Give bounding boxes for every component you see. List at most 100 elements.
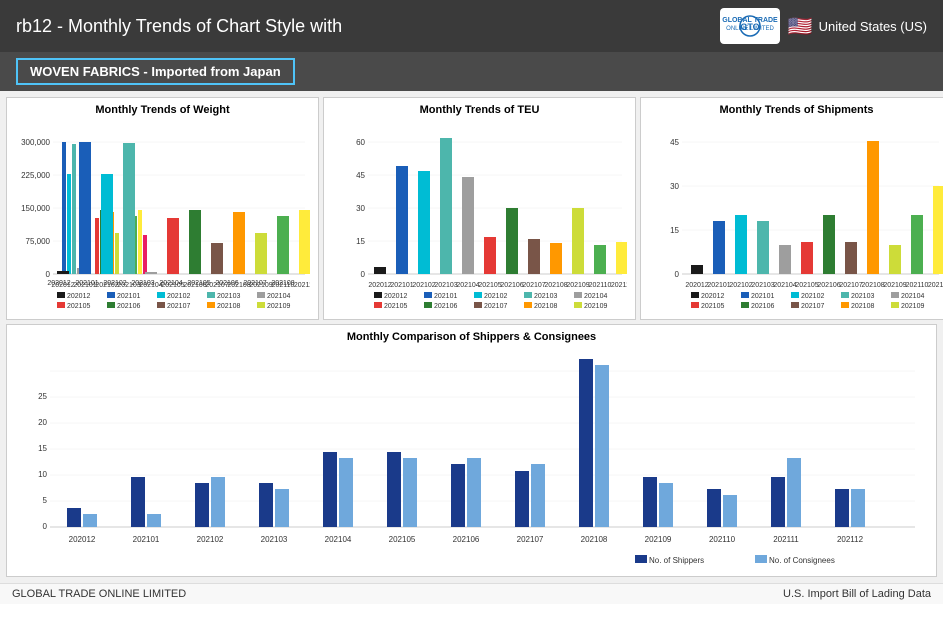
teu-svg: 60 45 30 15 0 (332, 120, 627, 310)
comparison-chart-title: Monthly Comparison of Shippers & Consign… (15, 331, 928, 343)
svg-text:202108: 202108 (227, 282, 250, 289)
footer: GLOBAL TRADE ONLINE LIMITED U.S. Import … (0, 583, 943, 604)
svg-text:202110: 202110 (906, 282, 929, 289)
svg-text:202107: 202107 (801, 303, 824, 310)
svg-text:202110: 202110 (272, 282, 295, 289)
svg-text:202102: 202102 (801, 293, 824, 300)
page-title: rb12 - Monthly Trends of Chart Style wit… (16, 16, 342, 37)
svg-text:202111: 202111 (294, 282, 310, 289)
shipments-chart: Monthly Trends of Shipments 45 30 15 0 (640, 97, 943, 320)
comparison-chart-inner: 0 5 10 15 20 25 (15, 347, 928, 572)
svg-text:202106: 202106 (434, 303, 457, 310)
svg-text:202111: 202111 (928, 282, 943, 289)
svg-text:202101: 202101 (117, 293, 140, 300)
svg-text:202102: 202102 (197, 535, 224, 544)
svg-text:202102: 202102 (95, 282, 118, 289)
svg-text:202104: 202104 (773, 282, 796, 289)
svg-text:No. of Consignees: No. of Consignees (769, 556, 835, 565)
svg-text:202109: 202109 (566, 282, 589, 289)
svg-text:202107: 202107 (517, 535, 544, 544)
svg-text:No. of Shippers: No. of Shippers (649, 556, 704, 565)
svg-text:0: 0 (46, 270, 51, 279)
svg-text:202101: 202101 (751, 293, 774, 300)
filter-bar: WOVEN FABRICS - Imported from Japan (0, 52, 943, 91)
svg-text:202105: 202105 (701, 303, 724, 310)
svg-text:202012: 202012 (384, 293, 407, 300)
svg-text:15: 15 (670, 226, 679, 235)
svg-text:15: 15 (356, 237, 365, 246)
svg-text:202106: 202106 (117, 303, 140, 310)
svg-text:202012: 202012 (69, 535, 96, 544)
svg-text:202012: 202012 (685, 282, 708, 289)
svg-text:202012: 202012 (51, 282, 74, 289)
filter-label: WOVEN FABRICS - Imported from Japan (16, 58, 295, 85)
svg-text:30: 30 (670, 182, 679, 191)
svg-text:150,000: 150,000 (21, 204, 50, 213)
svg-text:202102: 202102 (729, 282, 752, 289)
svg-text:202101: 202101 (707, 282, 730, 289)
svg-text:202101: 202101 (390, 282, 413, 289)
teu-chart-inner: 60 45 30 15 0 (332, 120, 627, 315)
footer-right: U.S. Import Bill of Lading Data (783, 588, 931, 600)
svg-text:202111: 202111 (611, 282, 627, 289)
country-name: United States (US) (819, 19, 927, 34)
country-info: 🇺🇸 United States (US) (788, 14, 927, 39)
svg-text:202106: 202106 (453, 535, 480, 544)
svg-text:202108: 202108 (851, 303, 874, 310)
weight-chart-title: Monthly Trends of Weight (15, 104, 310, 116)
svg-text:GTO: GTO (740, 22, 759, 32)
svg-text:202104: 202104 (901, 293, 924, 300)
svg-text:202109: 202109 (249, 282, 272, 289)
svg-text:202105: 202105 (161, 282, 184, 289)
svg-text:225,000: 225,000 (21, 171, 50, 180)
weight-svg: 300,000 225,000 150,000 75,000 0 (15, 120, 310, 310)
logo-area: GLOBAL TRADE ONLINE LIMITED GTO 🇺🇸 Unite… (720, 8, 927, 44)
charts-container: Monthly Trends of Weight 300,000 225,000… (0, 91, 943, 583)
teu-chart-title: Monthly Trends of TEU (332, 104, 627, 116)
svg-text:30: 30 (356, 204, 365, 213)
svg-text:45: 45 (670, 138, 679, 147)
svg-text:20: 20 (38, 418, 47, 427)
svg-text:15: 15 (38, 444, 47, 453)
svg-text:202103: 202103 (261, 535, 288, 544)
svg-text:202101: 202101 (133, 535, 160, 544)
svg-text:0: 0 (361, 270, 366, 279)
svg-text:202102: 202102 (484, 293, 507, 300)
svg-text:202110: 202110 (709, 535, 736, 544)
weight-chart-inner: 300,000 225,000 150,000 75,000 0 (15, 120, 310, 315)
svg-text:202101: 202101 (73, 282, 96, 289)
company-logo: GLOBAL TRADE ONLINE LIMITED GTO (720, 8, 780, 44)
header: rb12 - Monthly Trends of Chart Style wit… (0, 0, 943, 52)
svg-text:202105: 202105 (389, 535, 416, 544)
svg-text:202102: 202102 (412, 282, 435, 289)
svg-text:202103: 202103 (751, 282, 774, 289)
svg-text:202106: 202106 (751, 303, 774, 310)
svg-text:202103: 202103 (851, 293, 874, 300)
svg-text:202105: 202105 (67, 303, 90, 310)
weight-chart: Monthly Trends of Weight 300,000 225,000… (6, 97, 319, 320)
comparison-svg: 0 5 10 15 20 25 (15, 347, 925, 567)
top-charts-row: Monthly Trends of Weight 300,000 225,000… (6, 97, 937, 320)
svg-text:202103: 202103 (434, 282, 457, 289)
svg-text:202109: 202109 (901, 303, 924, 310)
svg-text:202103: 202103 (117, 282, 140, 289)
svg-text:202109: 202109 (883, 282, 906, 289)
svg-text:202106: 202106 (817, 282, 840, 289)
svg-text:202104: 202104 (325, 535, 352, 544)
svg-text:202104: 202104 (456, 282, 479, 289)
footer-left: GLOBAL TRADE ONLINE LIMITED (12, 588, 186, 600)
svg-text:202108: 202108 (217, 303, 240, 310)
svg-text:202108: 202108 (581, 535, 608, 544)
svg-text:202104: 202104 (267, 293, 290, 300)
svg-text:202108: 202108 (544, 282, 567, 289)
svg-text:202108: 202108 (861, 282, 884, 289)
svg-text:202107: 202107 (205, 282, 228, 289)
svg-text:202104: 202104 (139, 282, 162, 289)
svg-text:202111: 202111 (773, 535, 799, 544)
svg-text:202106: 202106 (183, 282, 206, 289)
svg-text:202012: 202012 (701, 293, 724, 300)
teu-chart: Monthly Trends of TEU 60 45 30 15 0 (323, 97, 636, 320)
svg-text:202107: 202107 (167, 303, 190, 310)
svg-text:202109: 202109 (584, 303, 607, 310)
svg-text:202102: 202102 (167, 293, 190, 300)
